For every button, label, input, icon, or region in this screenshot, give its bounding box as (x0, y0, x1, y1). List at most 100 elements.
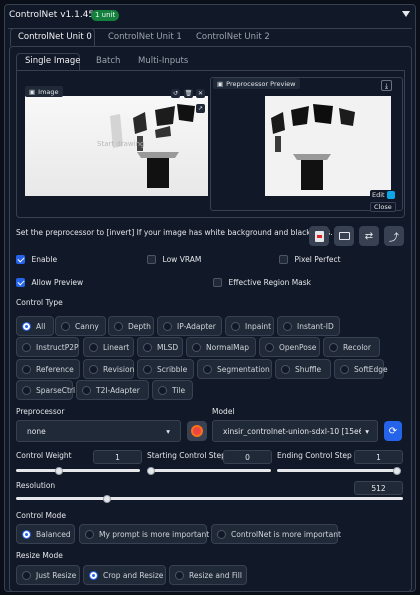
control-mode-option-my-prompt-is-more-important[interactable]: My prompt is more important (79, 524, 209, 544)
control-type-option-ip-adapter[interactable]: IP-Adapter (157, 316, 222, 336)
checkbox-checked[interactable] (16, 255, 25, 264)
starting-control-step-input[interactable]: 0 (223, 450, 272, 464)
radio-icon[interactable] (281, 364, 290, 374)
radio-icon[interactable] (89, 364, 98, 374)
allow-preview-label: Allow Preview (31, 278, 84, 287)
radio-icon[interactable] (22, 529, 31, 539)
control-type-option-scribble[interactable]: Scribble (137, 359, 194, 379)
slider-thumb[interactable] (147, 466, 155, 475)
tab-controlnet-unit-0[interactable]: ControlNet Unit 0 (18, 32, 92, 42)
close-icon[interactable]: ✕ (196, 89, 205, 98)
control-type-option-instant-id[interactable]: Instant-ID (277, 316, 340, 336)
control-weight-slider[interactable] (16, 466, 140, 475)
radio-icon[interactable] (61, 321, 70, 331)
radio-icon[interactable] (175, 570, 184, 580)
resize-mode-option-just-resize[interactable]: Just Resize (16, 565, 80, 585)
radio-icon[interactable] (203, 364, 212, 374)
ending-control-step-input[interactable]: 1 (354, 450, 403, 464)
run-preprocessor-button[interactable] (187, 421, 207, 441)
control-type-option-segmentation[interactable]: Segmentation (197, 359, 272, 379)
radio-icon[interactable] (22, 364, 31, 374)
model-select[interactable]: xinsir_controlnet-union-sdxl-10 [15e6a ▾ (212, 420, 378, 442)
refresh-models-button[interactable]: ⟳ (384, 421, 402, 441)
triangle-down-icon[interactable] (401, 9, 411, 19)
control-type-option-openpose[interactable]: OpenPose (259, 337, 320, 357)
preprocessor-select[interactable]: none ▾ (16, 420, 181, 442)
radio-icon[interactable] (22, 321, 31, 331)
control-type-option-normalmap[interactable]: NormalMap (186, 337, 256, 357)
control-type-option-sparsectrl[interactable]: SparseCtrl (16, 380, 75, 400)
control-type-option-reference[interactable]: Reference (16, 359, 80, 379)
flip-button[interactable]: ⤴ (384, 226, 404, 246)
control-type-option-instructp2p[interactable]: InstructP2P (16, 337, 79, 357)
effective-region-mask-checkbox[interactable]: Effective Region Mask (213, 278, 311, 287)
control-type-option-tile[interactable]: Tile (152, 380, 193, 400)
radio-icon[interactable] (158, 385, 167, 395)
control-mode-option-balanced[interactable]: Balanced (16, 524, 75, 544)
control-mode-option-controlnet-is-more-important[interactable]: ControlNet is more important (211, 524, 341, 544)
control-type-option-mlsd[interactable]: MLSD (137, 337, 183, 357)
tab-single-image[interactable]: Single Image (25, 56, 80, 66)
radio-icon[interactable] (329, 342, 338, 352)
radio-icon[interactable] (265, 342, 274, 352)
radio-icon[interactable] (89, 342, 98, 352)
control-type-option-shuffle[interactable]: Shuffle (275, 359, 331, 379)
control-type-option-all[interactable]: All (16, 316, 54, 336)
tab-multi-inputs[interactable]: Multi-Inputs (138, 56, 188, 66)
radio-icon[interactable] (192, 342, 201, 352)
radio-icon[interactable] (22, 342, 31, 352)
checkbox-unchecked[interactable] (279, 255, 288, 264)
undo-icon[interactable]: ↺ (171, 89, 180, 98)
checkbox-unchecked[interactable] (213, 278, 222, 287)
control-type-option-t2i-adapter[interactable]: T2I-Adapter (76, 380, 149, 400)
radio-icon[interactable] (22, 570, 31, 580)
radio-icon[interactable] (114, 321, 123, 331)
radio-icon[interactable] (82, 385, 91, 395)
radio-icon[interactable] (283, 321, 292, 331)
download-icon[interactable]: ⤓ (381, 80, 392, 91)
tab-batch[interactable]: Batch (96, 56, 120, 66)
swap-button[interactable]: ⇄ (359, 226, 379, 246)
tab-controlnet-unit-1[interactable]: ControlNet Unit 1 (108, 32, 182, 42)
radio-icon[interactable] (85, 529, 94, 539)
edit-button[interactable]: Edit (370, 190, 397, 200)
slider-thumb[interactable] (393, 466, 401, 475)
radio-icon[interactable] (163, 321, 172, 331)
checkbox-checked[interactable] (16, 278, 25, 287)
control-type-option-depth[interactable]: Depth (108, 316, 154, 336)
control-type-option-inpaint[interactable]: Inpaint (225, 316, 274, 336)
chevron-down-icon: ▾ (166, 426, 170, 436)
close-preview-button[interactable]: Close (370, 202, 396, 212)
control-weight-input[interactable]: 1 (93, 450, 142, 464)
resize-mode-option-crop-and-resize[interactable]: Crop and Resize (83, 565, 166, 585)
radio-icon[interactable] (231, 321, 240, 331)
camera-button[interactable] (334, 226, 354, 246)
resize-mode-option-resize-and-fill[interactable]: Resize and Fill (169, 565, 247, 585)
tab-controlnet-unit-2[interactable]: ControlNet Unit 2 (196, 32, 270, 42)
radio-icon[interactable] (340, 364, 349, 374)
radio-icon[interactable] (143, 342, 152, 352)
starting-control-step-slider[interactable] (147, 466, 271, 475)
resolution-input[interactable]: 512 (354, 481, 403, 495)
control-type-option-softedge[interactable]: SoftEdge (334, 359, 388, 379)
send-to-img2img-button[interactable] (309, 226, 329, 246)
pixel-perfect-checkbox[interactable]: Pixel Perfect (279, 255, 341, 264)
resolution-slider[interactable] (16, 494, 403, 503)
control-type-option-revision[interactable]: Revision (83, 359, 134, 379)
slider-thumb[interactable] (55, 466, 63, 475)
ending-control-step-slider[interactable] (277, 466, 401, 475)
radio-icon[interactable] (22, 385, 31, 395)
checkbox-unchecked[interactable] (147, 255, 156, 264)
low-vram-checkbox[interactable]: Low VRAM (147, 255, 201, 264)
control-type-option-lineart[interactable]: Lineart (83, 337, 134, 357)
radio-icon[interactable] (143, 364, 152, 374)
trash-icon[interactable]: 🗑 (184, 89, 193, 98)
radio-icon[interactable] (217, 529, 226, 539)
control-type-option-recolor[interactable]: Recolor (323, 337, 380, 357)
enable-checkbox[interactable]: Enable (16, 255, 57, 264)
resize-arrow-icon[interactable]: ↗ (196, 104, 205, 113)
radio-icon[interactable] (89, 570, 98, 580)
control-type-option-canny[interactable]: Canny (55, 316, 106, 336)
allow-preview-checkbox[interactable]: Allow Preview (16, 278, 83, 287)
slider-thumb[interactable] (103, 494, 111, 503)
